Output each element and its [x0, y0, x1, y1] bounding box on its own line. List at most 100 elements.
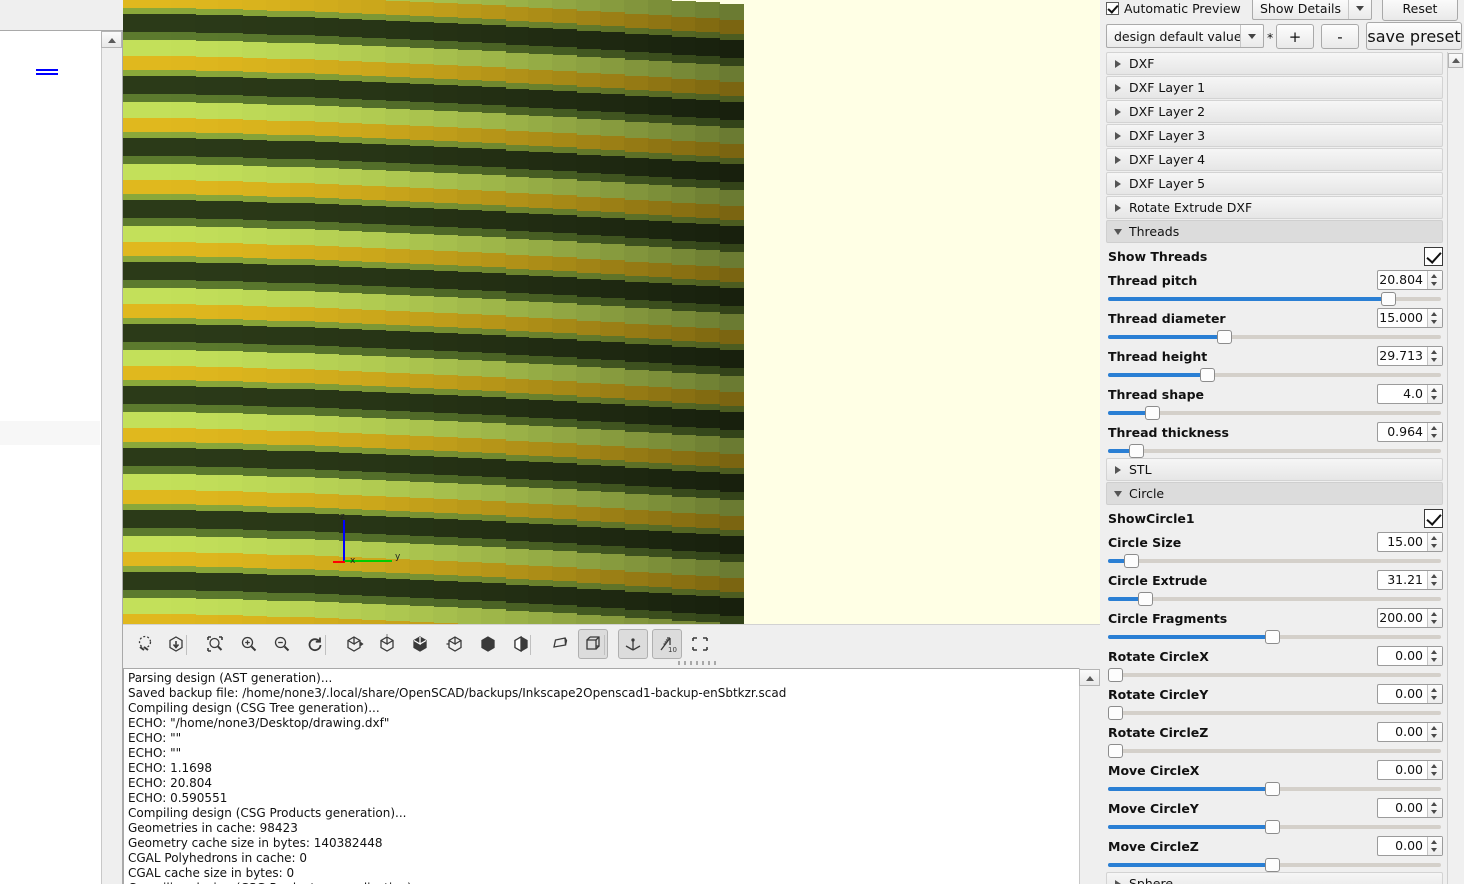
customizer-group-dxf-layer-2[interactable]: DXF Layer 2 [1106, 100, 1443, 123]
show-edges-icon[interactable] [685, 629, 715, 659]
view-front-icon[interactable] [473, 629, 503, 659]
param-spinbox[interactable]: 0.964 [1377, 422, 1443, 442]
param-slider-thread-thickness[interactable] [1106, 444, 1443, 458]
param-slider-circle-fragments[interactable] [1106, 630, 1443, 644]
detail-level-select[interactable]: Show Details [1252, 0, 1372, 20]
param-slider-thread-diameter[interactable] [1106, 330, 1443, 344]
customizer-group-dxf[interactable]: DXF [1106, 52, 1443, 75]
render-icon[interactable] [130, 629, 160, 659]
spinner-arrows[interactable] [1427, 571, 1442, 589]
view-left-icon[interactable] [440, 629, 470, 659]
slider-handle[interactable] [1217, 330, 1232, 344]
param-spinbox[interactable]: 15.00 [1377, 532, 1443, 552]
spinner-arrows[interactable] [1427, 271, 1442, 289]
console-scroll-up-icon[interactable] [1079, 669, 1100, 686]
show-axes-icon[interactable] [618, 629, 648, 659]
zoom-fit-icon[interactable] [200, 629, 230, 659]
customizer-group-dxf-layer-3[interactable]: DXF Layer 3 [1106, 124, 1443, 147]
spinner-arrows[interactable] [1427, 685, 1442, 703]
customizer-group-dxf-layer-1[interactable]: DXF Layer 1 [1106, 76, 1443, 99]
param-spinbox[interactable]: 20.804 [1377, 270, 1443, 290]
view-top-icon[interactable] [372, 629, 402, 659]
param-slider-thread-height[interactable] [1106, 368, 1443, 382]
slider-handle[interactable] [1145, 406, 1160, 420]
param-spinbox[interactable]: 29.713 [1377, 346, 1443, 366]
show-scale-markers-icon[interactable]: 10 [652, 629, 682, 659]
customizer-group-circle[interactable]: Circle [1106, 482, 1443, 505]
spinner-arrows[interactable] [1427, 533, 1442, 551]
param-spinbox[interactable]: 200.00 [1377, 608, 1443, 628]
param-spinbox[interactable]: 0.00 [1377, 722, 1443, 742]
preset-select[interactable]: design default values [1106, 24, 1264, 48]
spinner-arrows[interactable] [1427, 799, 1442, 817]
param-slider-move-circlex[interactable] [1106, 782, 1443, 796]
customizer-scrollbar[interactable] [1447, 52, 1464, 884]
param-checkbox[interactable] [1424, 246, 1443, 266]
slider-handle[interactable] [1200, 368, 1215, 382]
toolbar-drag-handle[interactable] [678, 661, 718, 665]
param-spinbox[interactable]: 0.00 [1377, 684, 1443, 704]
param-slider-thread-shape[interactable] [1106, 406, 1443, 420]
param-slider-circle-size[interactable] [1106, 554, 1443, 568]
slider-handle[interactable] [1129, 444, 1144, 458]
slider-handle[interactable] [1265, 782, 1280, 796]
customizer-group-rotate-extrude-dxf[interactable]: Rotate Extrude DXF [1106, 196, 1443, 219]
automatic-preview-control[interactable]: Automatic Preview [1106, 1, 1241, 16]
perspective-icon[interactable] [545, 629, 575, 659]
spinner-arrows[interactable] [1427, 309, 1442, 327]
view-back-icon[interactable] [506, 629, 536, 659]
slider-handle[interactable] [1108, 706, 1123, 720]
slider-handle[interactable] [1381, 292, 1396, 306]
param-slider-rotate-circley[interactable] [1106, 706, 1443, 720]
spinner-arrows[interactable] [1427, 609, 1442, 627]
slider-handle[interactable] [1108, 744, 1123, 758]
spinner-arrows[interactable] [1427, 837, 1442, 855]
spinner-arrows[interactable] [1427, 423, 1442, 441]
slider-handle[interactable] [1108, 668, 1123, 682]
console-scrollbar[interactable] [1079, 668, 1100, 884]
param-spinbox[interactable]: 0.00 [1377, 646, 1443, 666]
customizer-group-stl[interactable]: STL [1106, 458, 1443, 481]
param-spinbox[interactable]: 0.00 [1377, 798, 1443, 818]
param-spinbox[interactable]: 0.00 [1377, 760, 1443, 780]
slider-handle[interactable] [1265, 630, 1280, 644]
spinner-arrows[interactable] [1427, 347, 1442, 365]
zoom-in-icon[interactable] [234, 629, 264, 659]
param-slider-move-circlez[interactable] [1106, 858, 1443, 872]
customizer-group-threads[interactable]: Threads [1106, 220, 1443, 243]
param-slider-circle-extrude[interactable] [1106, 592, 1443, 606]
editor-scrollbar[interactable] [101, 31, 122, 884]
customizer-group-dxf-layer-5[interactable]: DXF Layer 5 [1106, 172, 1443, 195]
view-right-icon[interactable] [339, 629, 369, 659]
remove-preset-button[interactable]: - [1321, 24, 1359, 49]
add-preset-button[interactable]: + [1276, 24, 1314, 49]
slider-handle[interactable] [1265, 820, 1280, 834]
view-bottom-icon[interactable] [405, 629, 435, 659]
param-slider-rotate-circlez[interactable] [1106, 744, 1443, 758]
spinner-arrows[interactable] [1427, 723, 1442, 741]
param-spinbox[interactable]: 15.000 [1377, 308, 1443, 328]
param-checkbox[interactable] [1424, 508, 1443, 528]
spinner-arrows[interactable] [1427, 385, 1442, 403]
reset-button[interactable]: Reset [1382, 0, 1458, 21]
automatic-preview-checkbox[interactable] [1106, 2, 1119, 15]
customizer-scroll-up-icon[interactable] [1448, 53, 1463, 68]
slider-handle[interactable] [1265, 858, 1280, 872]
param-slider-thread-pitch[interactable] [1106, 292, 1443, 306]
spinner-arrows[interactable] [1427, 647, 1442, 665]
spinner-arrows[interactable] [1427, 761, 1442, 779]
customizer-group-dxf-layer-4[interactable]: DXF Layer 4 [1106, 148, 1443, 171]
param-slider-rotate-circlex[interactable] [1106, 668, 1443, 682]
param-spinbox[interactable]: 4.0 [1377, 384, 1443, 404]
slider-handle[interactable] [1138, 592, 1153, 606]
customizer-group-sphere[interactable]: Sphere [1106, 872, 1443, 884]
slider-handle[interactable] [1124, 554, 1139, 568]
param-slider-move-circley[interactable] [1106, 820, 1443, 834]
param-spinbox[interactable]: 31.21 [1377, 570, 1443, 590]
save-preset-button[interactable]: save preset [1366, 22, 1462, 50]
3d-viewport[interactable]: z y x [123, 0, 1100, 624]
console-panel[interactable]: Parsing design (AST generation)... Saved… [123, 668, 1100, 884]
param-spinbox[interactable]: 0.00 [1377, 836, 1443, 856]
zoom-out-icon[interactable] [267, 629, 297, 659]
editor-scroll-up-icon[interactable] [101, 31, 122, 48]
